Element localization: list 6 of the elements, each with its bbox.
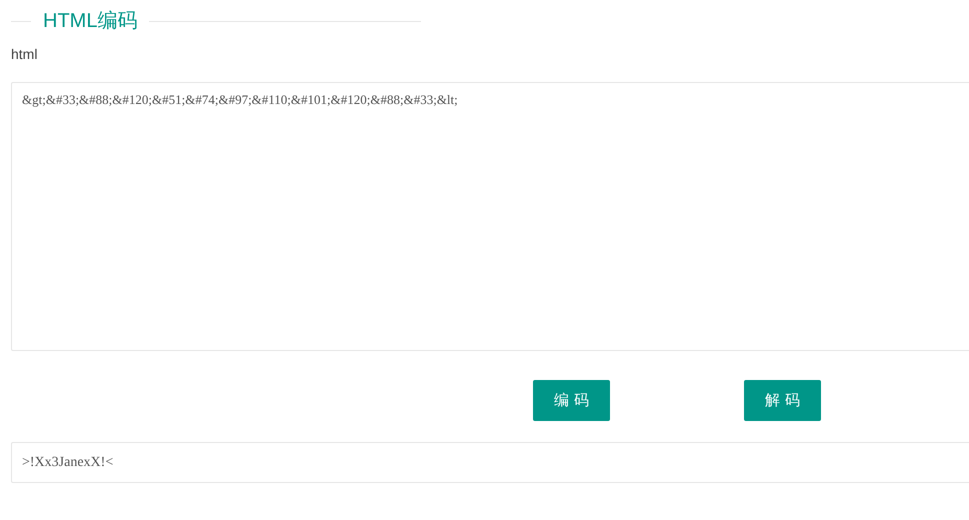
section-title: HTML编码 — [43, 9, 138, 34]
encode-button[interactable]: 编 码 — [533, 380, 610, 421]
output-field[interactable]: >!Xx3JanexX!< — [11, 442, 969, 483]
input-field[interactable]: &gt;&#33;&#88;&#120;&#51;&#74;&#97;&#110;&#101;&#120;&#88;&#33;&lt; — [11, 82, 969, 351]
decode-button[interactable]: 解 码 — [744, 380, 821, 421]
field-label: html — [11, 45, 38, 64]
